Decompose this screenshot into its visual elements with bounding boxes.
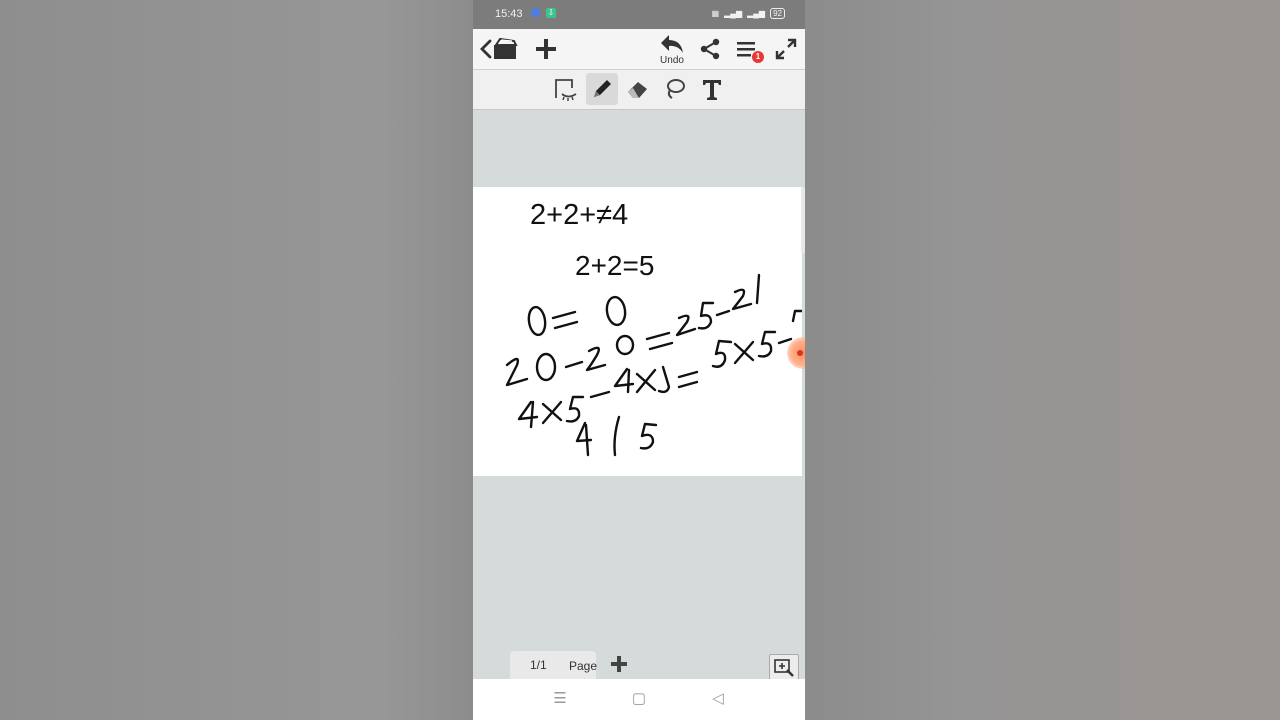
page-number: 1/1 [530, 658, 547, 672]
pen-tool[interactable] [586, 73, 618, 105]
top-toolbar: Undo 1 [473, 29, 805, 70]
add-page-button[interactable] [608, 653, 630, 675]
status-right-icons: ▦ ▂▄▆ ▂▄▆ 92 [712, 8, 785, 19]
download-icon: ⇩ [546, 8, 556, 18]
status-bar: 15:43 ⇩ ▦ ▂▄▆ ▂▄▆ 92 [473, 0, 805, 29]
handwriting-strokes [505, 273, 802, 457]
add-button[interactable] [533, 33, 559, 65]
menu-notification-badge: 1 [752, 51, 764, 63]
page-indicator[interactable]: 1/1 Page [510, 651, 598, 679]
back-icon[interactable]: ◁ [708, 689, 728, 709]
pen-tip-dot [797, 350, 803, 356]
read-mode-icon [555, 79, 577, 101]
network-icon: ▦ [711, 9, 720, 18]
signal-icon: ▂▄▆ [724, 9, 743, 18]
system-nav-bar: ☰ ▢ ◁ [473, 679, 805, 720]
share-button[interactable] [697, 33, 723, 65]
home-icon[interactable]: ▢ [629, 689, 649, 709]
back-notebooks-icon [480, 37, 518, 59]
back-to-notebooks-button[interactable] [478, 33, 522, 65]
note-page-canvas[interactable]: 2+2+≠4 2+2=5 [473, 187, 802, 476]
lasso-tool[interactable] [659, 73, 691, 105]
phone-screen: 15:43 ⇩ ▦ ▂▄▆ ▂▄▆ 92 Undo 1 2+2+≠4 2+2=5… [473, 0, 805, 720]
pen-icon [594, 80, 611, 97]
eraser-icon [628, 82, 647, 98]
zoom-in-icon [774, 659, 794, 677]
text-icon [703, 80, 721, 100]
menu-button[interactable]: 1 [733, 33, 764, 65]
page-label: Page [569, 659, 598, 673]
undo-icon [661, 35, 683, 53]
lasso-icon [667, 79, 685, 99]
drawing-tools-bar [473, 70, 805, 110]
expand-icon [775, 38, 797, 60]
undo-button[interactable]: Undo [657, 33, 687, 66]
text-tool[interactable] [696, 73, 728, 105]
recent-apps-icon[interactable]: ☰ [550, 689, 570, 709]
plus-icon [536, 39, 556, 59]
eraser-tool[interactable] [622, 73, 654, 105]
status-time: 15:43 [495, 8, 523, 20]
plus-icon [611, 656, 627, 672]
undo-label: Undo [660, 55, 684, 66]
fullscreen-button[interactable] [773, 33, 799, 65]
share-icon [700, 38, 720, 60]
signal-icon-2: ▂▄▆ [747, 9, 766, 18]
select-tool[interactable] [549, 73, 581, 105]
notification-dot-icon [531, 8, 540, 17]
page-scroll-indicator[interactable] [801, 187, 805, 253]
battery-icon: 92 [770, 8, 785, 19]
zoom-button[interactable] [769, 654, 799, 680]
status-notification-icons: ⇩ [531, 8, 556, 18]
